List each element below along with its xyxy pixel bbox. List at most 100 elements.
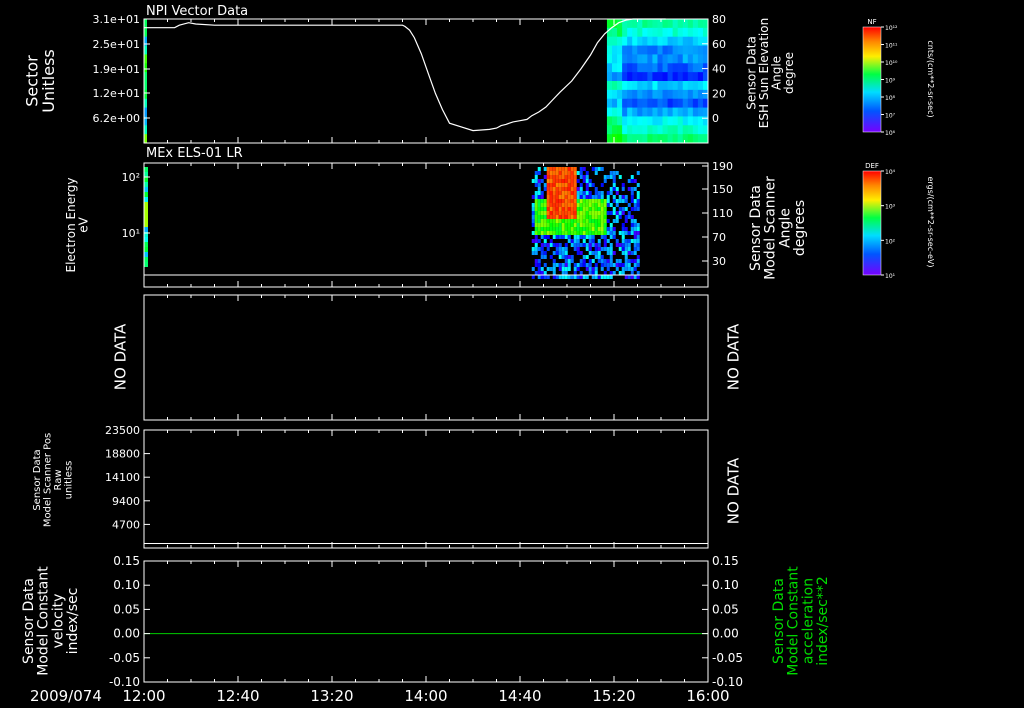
npi-spectrogram-cell <box>627 107 633 117</box>
els-spectrogram-cell <box>555 167 559 171</box>
npi-spectrogram-cell <box>627 54 633 64</box>
npi-spectrogram-cell <box>657 116 664 126</box>
els-spectrogram-cell <box>597 223 601 227</box>
npi-spectrogram-cell <box>606 116 613 126</box>
els-spectrogram-cell <box>534 195 538 199</box>
npi-spectrogram-cell <box>697 89 704 100</box>
npi-spectrogram-cell <box>627 72 633 82</box>
els-spectrogram-cell <box>606 203 610 207</box>
els-spectrogram-cell <box>615 239 619 243</box>
els-spectrogram-cell <box>573 179 577 183</box>
els-spectrogram-cell <box>564 175 568 179</box>
els-spectrogram-cell <box>609 255 613 259</box>
npi-spectrogram-cell <box>632 98 638 109</box>
els-spectrogram-cell <box>561 231 565 235</box>
els-spectrogram-cell <box>633 259 637 263</box>
npi-spectrogram-cell <box>632 36 638 47</box>
els-spectrogram-cell <box>636 171 640 175</box>
npi-spectrogram-cell <box>612 125 618 135</box>
els-spectrogram-cell <box>564 195 568 199</box>
els-spectrogram-cell <box>618 175 622 179</box>
els-spectrogram-cell <box>567 167 571 171</box>
els-spectrogram-cell <box>561 175 565 179</box>
els-spectrogram-cell <box>567 259 571 263</box>
npi-spectrogram-cell <box>687 72 694 82</box>
els-spectrogram-cell <box>594 199 598 203</box>
els-spectrogram-cell <box>585 183 589 187</box>
npi-spectrogram-cell <box>642 134 648 144</box>
els-spectrogram-cell <box>552 231 556 235</box>
els-spectrogram-cell <box>588 211 592 215</box>
npi-spectrogram-cell <box>652 54 658 64</box>
panel-4-ylabel-line: Sensor Data <box>32 449 43 510</box>
els-spectrogram-cell <box>546 219 550 223</box>
els-spectrogram-cell <box>573 175 577 179</box>
els-spectrogram-cell <box>579 251 583 255</box>
els-spectrogram-cell <box>573 223 577 227</box>
els-spectrogram-cell <box>591 199 595 203</box>
npi-spectrogram-cell <box>692 19 699 29</box>
npi-spectrogram-cell <box>606 134 613 144</box>
npi-spectrogram-cell <box>697 63 704 73</box>
els-spectrogram-cell <box>549 243 553 247</box>
els-spectrogram-cell <box>567 207 571 211</box>
npi-spectrogram-cell <box>612 98 618 109</box>
npi-spectrogram-cell <box>647 54 653 64</box>
els-start-strip-cell <box>144 192 148 197</box>
npi-spectrogram-cell <box>697 98 704 109</box>
npi-spectrogram-cell <box>692 81 699 91</box>
npi-spectrogram-cell <box>672 125 679 135</box>
els-spectrogram-cell <box>555 215 559 219</box>
npi-spectrogram-cell <box>682 36 689 47</box>
els-spectrogram-cell <box>540 243 544 247</box>
els-spectrogram-cell <box>585 195 589 199</box>
npi-spectrogram-cell <box>667 134 674 144</box>
els-spectrogram-cell <box>588 271 592 275</box>
els-spectrogram-cell <box>537 231 541 235</box>
els-spectrogram-cell <box>534 219 538 223</box>
els-spectrogram-cell <box>609 263 613 267</box>
els-spectrogram-cell <box>552 259 556 263</box>
npi-spectrogram-cell <box>687 125 694 135</box>
panel-4-ylabel-line: unitless <box>63 461 74 500</box>
els-spectrogram-cell <box>567 235 571 239</box>
els-spectrogram-cell <box>579 227 583 231</box>
els-spectrogram-cell <box>540 235 544 239</box>
els-spectrogram-cell <box>603 239 607 243</box>
npi-spectrogram-cell <box>692 116 699 126</box>
npi-spectrogram-cell <box>627 89 633 100</box>
els-spectrogram-cell <box>594 247 598 251</box>
npi-spectrogram-cell <box>622 27 628 38</box>
els-spectrogram-cell <box>621 231 625 235</box>
panel-velocity-frame <box>143 560 709 683</box>
els-spectrogram-cell <box>585 255 589 259</box>
els-spectrogram-cell <box>531 219 535 223</box>
els-spectrogram-cell <box>573 199 577 203</box>
y-tick-label: -0.05 <box>109 651 140 665</box>
els-spectrogram-cell <box>597 191 601 195</box>
npi-spectrogram-cell <box>677 98 684 109</box>
els-start-strip-cell <box>144 262 148 267</box>
els-spectrogram-cell <box>612 183 616 187</box>
npi-spectrogram-cell <box>697 107 704 117</box>
npi-spectrogram-cell <box>647 116 653 126</box>
npi-spectrogram-cell <box>652 36 658 47</box>
npi-spectrogram-cell <box>657 89 664 100</box>
els-spectrogram-cell <box>630 199 634 203</box>
els-spectrogram-cell <box>549 203 553 207</box>
els-spectrogram-cell <box>603 243 607 247</box>
els-spectrogram-cell <box>594 203 598 207</box>
npi-spectrogram-cell <box>642 27 648 38</box>
npi-spectrogram-cell <box>606 98 613 109</box>
els-spectrogram-cell <box>582 223 586 227</box>
npi-spectrogram-cell <box>606 63 613 73</box>
els-spectrogram-cell <box>567 219 571 223</box>
npi-spectrogram-cell <box>642 36 648 47</box>
els-spectrogram-cell <box>546 215 550 219</box>
npi-spectrogram-cell <box>662 19 669 29</box>
npi-spectrogram-cell <box>687 116 694 126</box>
els-spectrogram-cell <box>624 259 628 263</box>
npi-spectrogram-cell <box>612 107 618 117</box>
npi-spectrogram-cell <box>647 27 653 38</box>
els-start-strip-cell <box>144 212 148 217</box>
